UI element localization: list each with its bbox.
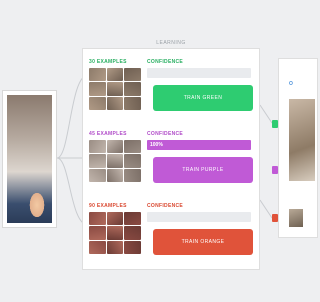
examples-count: 30 EXAMPLES: [89, 59, 127, 65]
class-row-orange: 90 EXAMPLES CONFIDENCE TRAIN ORANGE: [89, 203, 255, 263]
class-row-purple: 45 EXAMPLES CONFIDENCE 100% TRAIN PURPLE: [89, 131, 255, 191]
example-thumbnail: [124, 154, 141, 168]
output-label: O: [289, 81, 293, 87]
example-thumbnail: [106, 68, 124, 82]
panel-title: LEARNING: [156, 40, 186, 46]
confidence-bar: [147, 212, 251, 222]
example-thumbnail: [124, 226, 141, 240]
example-thumbnail: [106, 168, 124, 182]
example-thumbnail: [89, 68, 106, 82]
output-line-orange: [259, 199, 273, 219]
train-purple-button[interactable]: TRAIN PURPLE: [153, 157, 253, 183]
example-thumbnail: [89, 168, 106, 182]
example-thumbnail: [106, 82, 124, 96]
example-thumbnail: [106, 212, 124, 226]
confidence-value: 100%: [150, 142, 163, 148]
example-thumbnails: [89, 212, 141, 254]
example-thumbnail: [106, 96, 124, 110]
learning-panel: LEARNING 30 EXAMPLES CONFIDENCE TRAIN GR…: [82, 40, 260, 270]
output-panel: O: [278, 58, 318, 238]
example-thumbnail: [89, 240, 106, 254]
example-thumbnail: [106, 226, 124, 240]
confidence-bar: 100%: [147, 140, 251, 150]
example-thumbnail: [89, 82, 106, 96]
confidence-label: CONFIDENCE: [147, 131, 184, 137]
example-thumbnail: [106, 154, 124, 168]
output-thumbnail: [289, 209, 303, 227]
example-thumbnail: [124, 240, 141, 254]
example-thumbnail: [124, 212, 141, 226]
output-line-green: [259, 104, 273, 124]
example-thumbnails: [89, 140, 141, 182]
confidence-label: CONFIDENCE: [147, 203, 184, 209]
example-thumbnail: [124, 168, 141, 182]
examples-count: 90 EXAMPLES: [89, 203, 127, 209]
example-thumbnail: [124, 96, 141, 110]
example-thumbnail: [124, 82, 141, 96]
example-thumbnail: [89, 96, 106, 110]
example-thumbnail: [124, 68, 141, 82]
train-green-button[interactable]: TRAIN GREEN: [153, 85, 253, 111]
example-thumbnail: [89, 212, 106, 226]
example-thumbnail: [106, 140, 124, 154]
example-thumbnail: [89, 140, 106, 154]
train-orange-button[interactable]: TRAIN ORANGE: [153, 229, 253, 255]
output-media-image: [289, 99, 315, 181]
examples-count: 45 EXAMPLES: [89, 131, 127, 137]
class-row-green: 30 EXAMPLES CONFIDENCE TRAIN GREEN: [89, 59, 255, 119]
example-thumbnail: [89, 154, 106, 168]
example-thumbnails: [89, 68, 141, 110]
confidence-bar: [147, 68, 251, 78]
example-thumbnail: [89, 226, 106, 240]
confidence-label: CONFIDENCE: [147, 59, 184, 65]
example-thumbnail: [106, 240, 124, 254]
example-thumbnail: [124, 140, 141, 154]
